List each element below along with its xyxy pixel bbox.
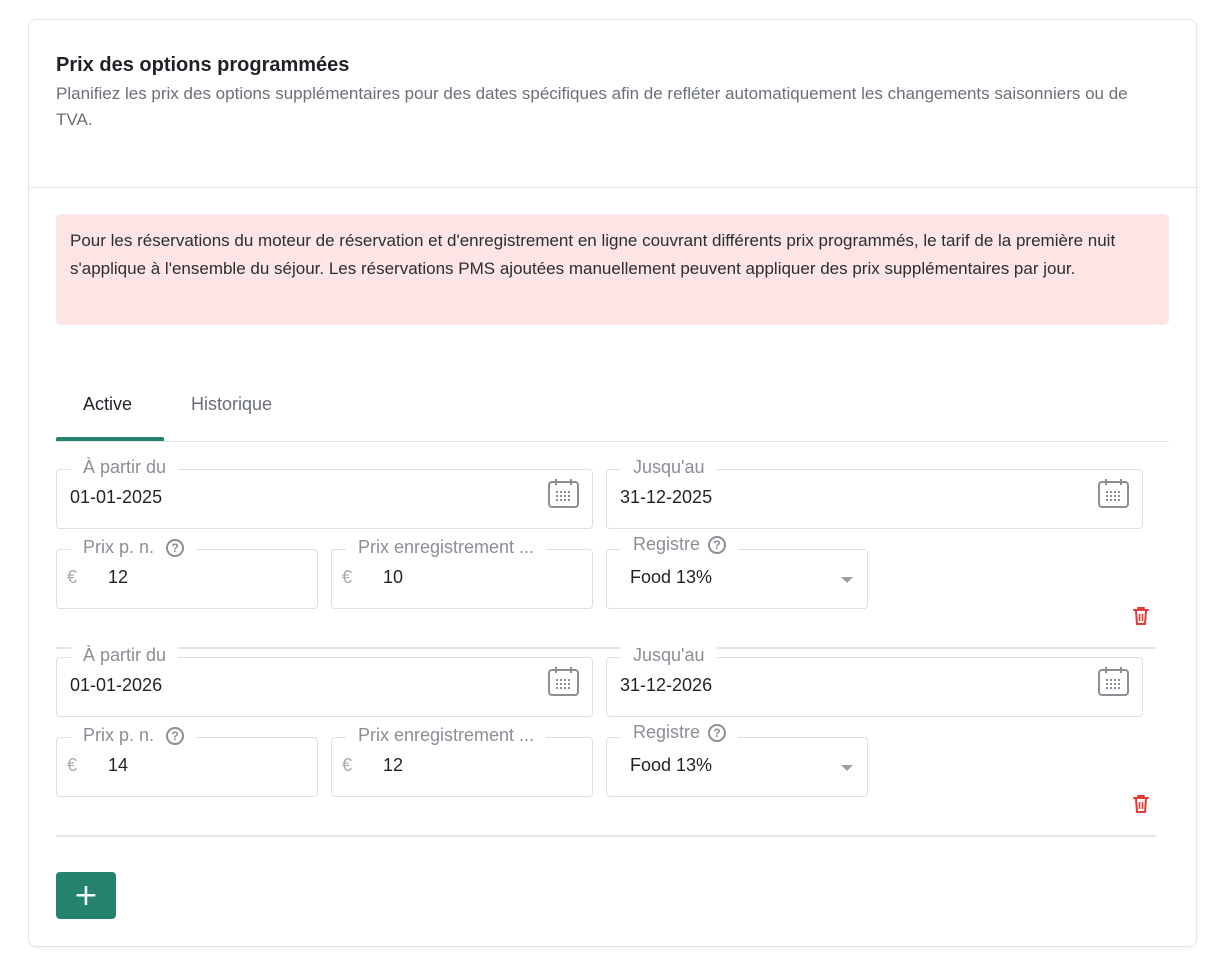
euro-symbol: € <box>67 755 78 775</box>
calendar-icon[interactable] <box>547 666 580 697</box>
section-title: Prix des options programmées <box>56 54 350 76</box>
register-label-text: Registre <box>633 534 701 554</box>
register-select[interactable]: Registre? Food 13% <box>606 722 868 797</box>
price-per-night-label-text: Prix p. n. <box>83 725 155 745</box>
from-date-value: 01-01-2026 <box>70 675 163 695</box>
checkin-price-label: Prix enregistrement ... <box>346 537 547 558</box>
section-divider <box>29 187 1196 188</box>
price-per-night-label: Prix p. n.? <box>71 537 197 558</box>
help-icon[interactable]: ? <box>708 723 727 742</box>
register-label-text: Registre <box>633 722 701 742</box>
info-alert: Pour les réservations du moteur de réser… <box>56 214 1169 325</box>
price-per-night-value: 12 <box>108 567 129 587</box>
checkin-price-field[interactable]: Prix enregistrement ... € 10 <box>331 537 593 609</box>
help-icon[interactable]: ? <box>166 726 185 745</box>
entry-separator <box>56 835 1156 837</box>
from-date-field[interactable]: À partir du 01-01-2026 <box>56 645 593 717</box>
checkin-price-value: 12 <box>383 755 404 775</box>
register-value: Food 13% <box>630 755 713 775</box>
register-label: Registre? <box>621 534 739 555</box>
calendar-icon[interactable] <box>1097 478 1130 509</box>
register-select[interactable]: Registre? Food 13% <box>606 534 868 609</box>
until-date-label: Jusqu'au <box>621 457 717 478</box>
from-date-field[interactable]: À partir du 01-01-2025 <box>56 457 593 529</box>
chevron-down-icon <box>841 765 853 771</box>
section-subtitle: Planifiez les prix des options supplémen… <box>56 84 1128 129</box>
tab-active[interactable]: Active <box>83 394 132 415</box>
from-date-label: À partir du <box>71 457 179 478</box>
checkin-price-label: Prix enregistrement ... <box>346 725 547 746</box>
until-date-label: Jusqu'au <box>621 645 717 666</box>
chevron-down-icon <box>841 577 853 583</box>
entry-separator <box>56 647 1156 649</box>
tab-history[interactable]: Historique <box>191 394 272 415</box>
euro-symbol: € <box>67 567 78 587</box>
scheduled-option-prices-card: Prix des options programmées Planifiez l… <box>28 19 1197 947</box>
tabs-divider <box>56 441 1169 442</box>
add-entry-button[interactable]: + <box>56 872 116 919</box>
register-value: Food 13% <box>630 567 713 587</box>
checkin-price-field[interactable]: Prix enregistrement ... € 12 <box>331 725 593 797</box>
help-icon[interactable]: ? <box>708 535 727 554</box>
register-label: Registre? <box>621 722 739 743</box>
price-per-night-field[interactable]: Prix p. n.? € 14 <box>56 725 318 797</box>
until-date-field[interactable]: Jusqu'au 31-12-2025 <box>606 457 1143 529</box>
euro-symbol: € <box>342 755 353 775</box>
checkin-price-value: 10 <box>383 567 404 587</box>
from-date-label: À partir du <box>71 645 179 666</box>
price-per-night-label-text: Prix p. n. <box>83 537 155 557</box>
until-date-value: 31-12-2025 <box>620 487 713 507</box>
price-per-night-field[interactable]: Prix p. n.? € 12 <box>56 537 318 609</box>
until-date-value: 31-12-2026 <box>620 675 713 695</box>
delete-icon[interactable] <box>1133 606 1149 626</box>
from-date-value: 01-01-2025 <box>70 487 163 507</box>
delete-icon[interactable] <box>1133 794 1149 814</box>
calendar-icon[interactable] <box>547 478 580 509</box>
euro-symbol: € <box>342 567 353 587</box>
until-date-field[interactable]: Jusqu'au 31-12-2026 <box>606 645 1143 717</box>
help-icon[interactable]: ? <box>166 538 185 557</box>
price-per-night-label: Prix p. n.? <box>71 725 197 746</box>
calendar-icon[interactable] <box>1097 666 1130 697</box>
price-per-night-value: 14 <box>108 755 129 775</box>
